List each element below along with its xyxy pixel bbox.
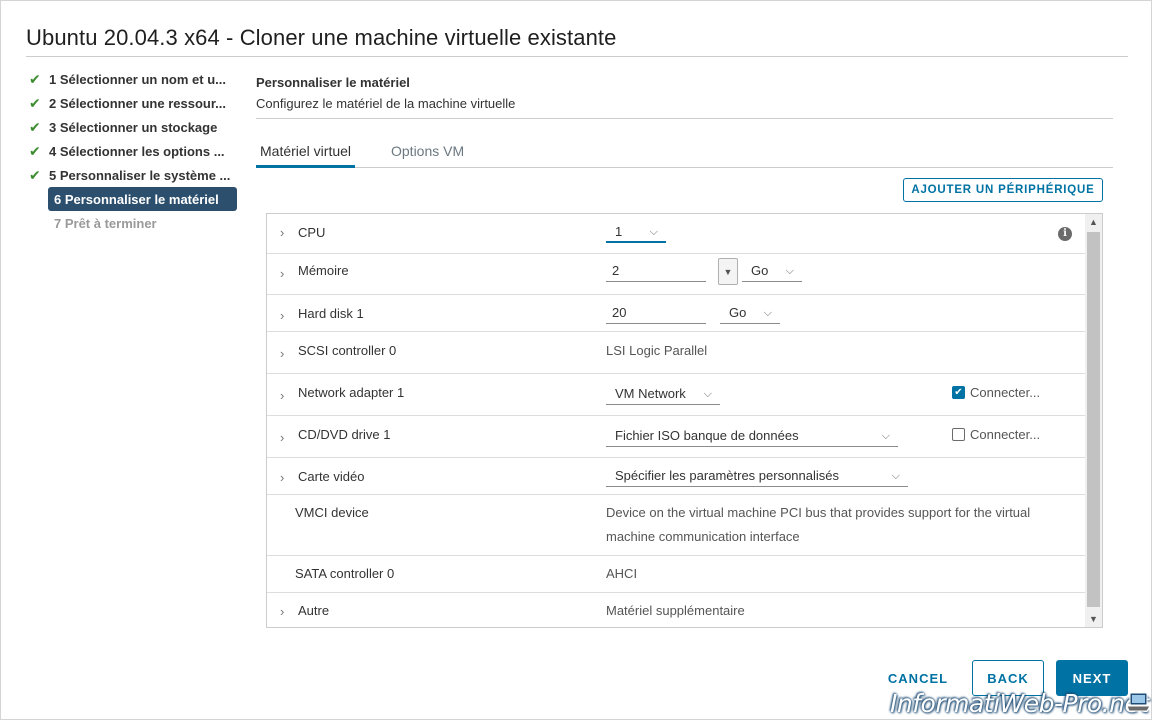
- scrollbar-thumb[interactable]: [1087, 232, 1100, 607]
- dialog-title: Ubuntu 20.04.3 x64 - Cloner une machine …: [26, 25, 617, 50]
- video-select[interactable]: Spécifier les paramètres personnalisés ⌵: [606, 467, 908, 487]
- section-title: Personnaliser le matériel: [256, 75, 410, 90]
- hw-row-vmci: VMCI device Device on the virtual machin…: [267, 495, 1085, 556]
- hardware-grid: › CPU 1 ⌵ i › Mémoire 2 ▼ Go ⌵ › Hard disk…: [266, 213, 1103, 628]
- grid-scrollbar[interactable]: ▲ ▼: [1085, 214, 1102, 627]
- step-4[interactable]: ✔ 4 Sélectionner les options ...: [29, 139, 239, 163]
- step-1[interactable]: ✔ 1 Sélectionner un nom et u...: [29, 67, 239, 91]
- step-6[interactable]: 6 Personnaliser le matériel: [48, 187, 237, 211]
- scroll-down-icon[interactable]: ▼: [1085, 611, 1102, 627]
- check-icon: ✔: [29, 166, 41, 183]
- chevron-down-icon: ⌵: [763, 307, 772, 319]
- hw-row-network: › Network adapter 1 VM Network ⌵ ✔ Connec…: [267, 374, 1085, 416]
- memory-unit-select[interactable]: Go ⌵: [742, 262, 802, 282]
- hw-row-sata: SATA controller 0 AHCI: [267, 556, 1085, 593]
- hard-disk-unit-select[interactable]: Go ⌵: [720, 304, 780, 324]
- step-3[interactable]: ✔ 3 Sélectionner un stockage: [29, 115, 239, 139]
- memory-input[interactable]: 2: [606, 262, 706, 282]
- chevron-right-icon[interactable]: ›: [280, 346, 284, 361]
- step-7: 7 Prêt à terminer: [54, 215, 157, 231]
- laptop-logo-icon: [1126, 692, 1151, 712]
- check-icon: ✔: [29, 70, 41, 87]
- main-panel: Personnaliser le matériel Configurez le …: [255, 67, 1113, 202]
- wizard-steps: ✔ 1 Sélectionner un nom et u... ✔ 2 Sélect…: [29, 67, 239, 235]
- chevron-right-icon[interactable]: ›: [280, 430, 284, 445]
- chevron-down-icon: ⌵: [785, 265, 794, 277]
- cdrom-select[interactable]: Fichier ISO banque de données ⌵: [606, 427, 898, 447]
- add-device-button[interactable]: AJOUTER UN PÉRIPHÉRIQUE: [903, 178, 1103, 202]
- check-icon: ✔: [29, 142, 41, 159]
- step-2[interactable]: ✔ 2 Sélectionner une ressour...: [29, 91, 239, 115]
- section-subtitle: Configurez le matériel de la machine vir…: [256, 96, 516, 111]
- chevron-down-icon: ⌵: [891, 470, 900, 482]
- chevron-down-icon: ⌵: [649, 226, 658, 238]
- info-icon[interactable]: i: [1058, 227, 1072, 241]
- hw-row-cdrom: › CD/DVD drive 1 Fichier ISO banque de d…: [267, 416, 1085, 458]
- tab-bar: Matériel virtuel Options VM: [255, 141, 1113, 168]
- hw-row-other: › Autre Matériel supplémentaire: [280, 603, 745, 619]
- hw-row-video: › Carte vidéo Spécifier les paramètres p…: [267, 458, 1085, 495]
- cpu-select[interactable]: 1 ⌵: [606, 223, 666, 243]
- watermark-text: InformatiWeb-Pro.net: [890, 689, 1149, 718]
- chevron-right-icon[interactable]: ›: [280, 388, 284, 403]
- title-divider: [26, 56, 1128, 57]
- chevron-right-icon[interactable]: ›: [280, 604, 284, 619]
- clone-vm-dialog: Ubuntu 20.04.3 x64 - Cloner une machine …: [0, 0, 1152, 720]
- cdrom-connect-checkbox[interactable]: [952, 428, 965, 441]
- chevron-down-icon: ⌵: [703, 388, 712, 400]
- hw-row-hard-disk: › Hard disk 1 20 Go ⌵: [267, 295, 1085, 332]
- hard-disk-input[interactable]: 20: [606, 304, 706, 324]
- network-select[interactable]: VM Network ⌵: [606, 385, 720, 405]
- chevron-right-icon[interactable]: ›: [280, 470, 284, 485]
- chevron-down-icon: ⌵: [881, 430, 890, 442]
- hw-row-cpu: › CPU 1 ⌵ i: [267, 214, 1085, 254]
- hw-row-scsi: › SCSI controller 0 LSI Logic Parallel: [267, 332, 1085, 374]
- chevron-right-icon[interactable]: ›: [280, 225, 284, 240]
- tab-vm-options[interactable]: Options VM: [391, 143, 464, 159]
- check-icon: ✔: [29, 118, 41, 135]
- check-icon: ✔: [29, 94, 41, 111]
- scroll-up-icon[interactable]: ▲: [1085, 214, 1102, 230]
- hw-row-memory: › Mémoire 2 ▼ Go ⌵: [267, 254, 1085, 295]
- tab-virtual-hardware[interactable]: Matériel virtuel: [255, 143, 356, 168]
- section-divider: [256, 118, 1113, 119]
- chevron-right-icon[interactable]: ›: [280, 266, 284, 281]
- chevron-right-icon[interactable]: ›: [280, 308, 284, 323]
- network-connect-checkbox[interactable]: ✔: [952, 386, 965, 399]
- step-5[interactable]: ✔ 5 Personnaliser le système ...: [29, 163, 239, 187]
- memory-spinner[interactable]: ▼: [718, 258, 738, 285]
